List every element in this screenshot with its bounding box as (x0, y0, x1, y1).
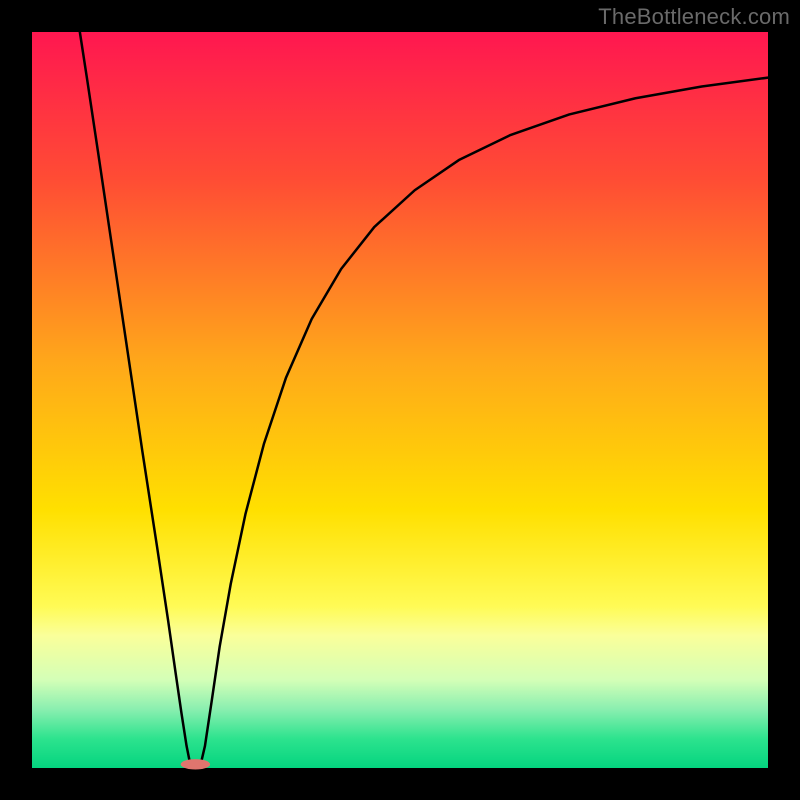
chart-frame: TheBottleneck.com (0, 0, 800, 800)
watermark-text: TheBottleneck.com (598, 4, 790, 30)
optimal-marker (181, 759, 210, 769)
bottleneck-chart (0, 0, 800, 800)
plot-background (32, 32, 768, 768)
